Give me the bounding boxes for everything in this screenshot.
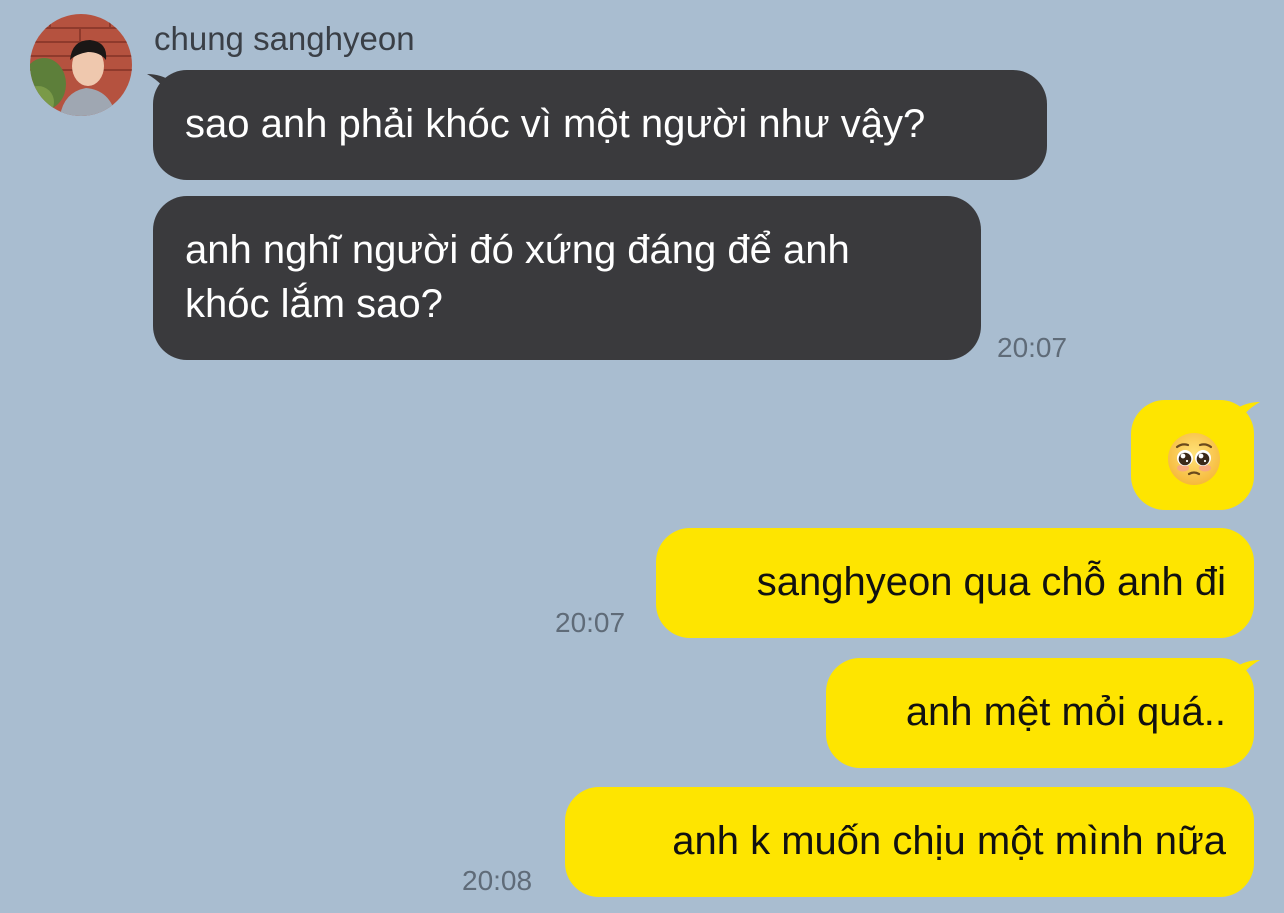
incoming-message-bubble[interactable]: sao anh phải khóc vì một người như vậy? bbox=[153, 70, 1047, 180]
message-text-line: anh nghĩ người đó xứng đáng để anh bbox=[185, 228, 850, 272]
message-timestamp: 20:07 bbox=[997, 332, 1068, 363]
message-timestamp: 20:08 bbox=[462, 865, 533, 896]
pleading-face-emoji bbox=[1168, 433, 1220, 485]
message-text-line: khóc lắm sao? bbox=[185, 282, 443, 326]
message-text: sao anh phải khóc vì một người như vậy? bbox=[185, 102, 926, 146]
message-timestamp: 20:07 bbox=[555, 607, 626, 638]
message-text: anh k muốn chịu một mình nữa bbox=[672, 819, 1226, 863]
message-text: anh mệt mỏi quá.. bbox=[905, 690, 1226, 734]
outgoing-message-bubble[interactable] bbox=[1131, 400, 1254, 510]
outgoing-message-bubble[interactable]: anh mệt mỏi quá.. bbox=[826, 658, 1254, 768]
outgoing-message-bubble[interactable]: anh k muốn chịu một mình nữa bbox=[565, 787, 1254, 897]
message-text: sanghyeon qua chỗ anh đi bbox=[756, 560, 1226, 604]
outgoing-message-bubble[interactable]: sanghyeon qua chỗ anh đi bbox=[656, 528, 1254, 638]
sender-avatar[interactable] bbox=[30, 14, 132, 116]
sender-name: chung sanghyeon bbox=[154, 20, 415, 57]
incoming-message-bubble[interactable]: anh nghĩ người đó xứng đáng để anh khóc … bbox=[153, 196, 981, 360]
